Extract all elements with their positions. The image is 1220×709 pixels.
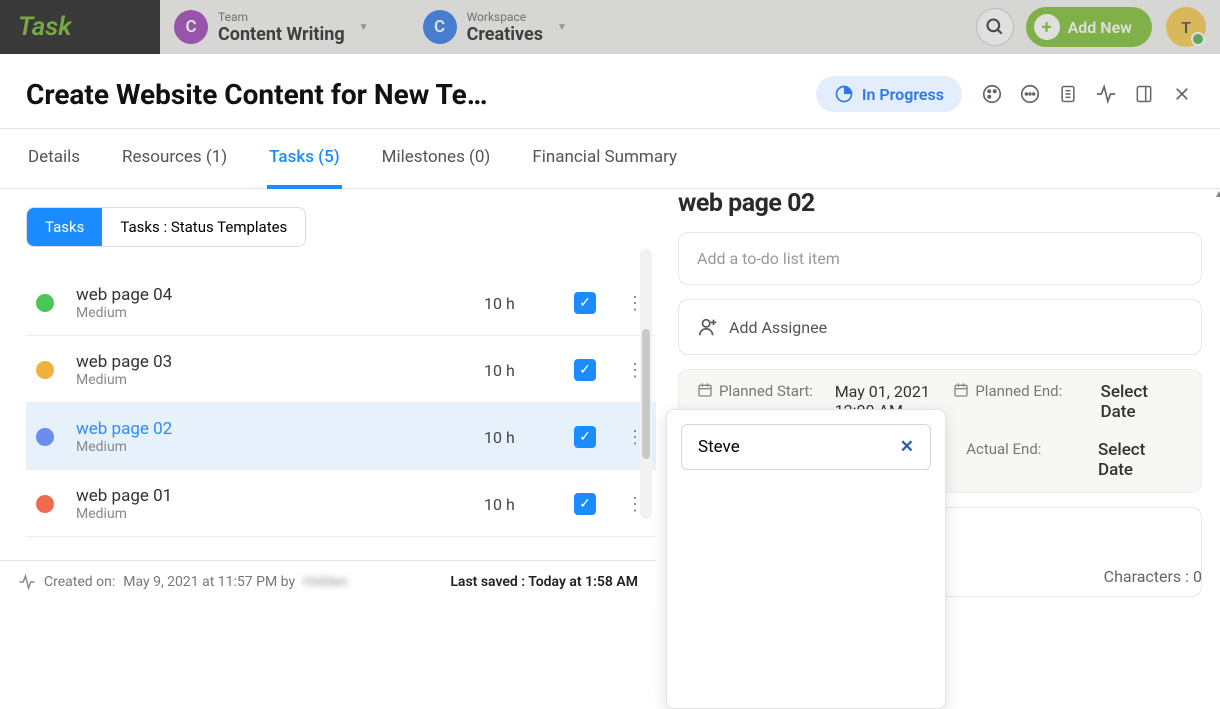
task-row[interactable]: web page 02Medium10 h✓⋮ — [26, 403, 656, 470]
assignee-name: Steve — [698, 437, 740, 457]
actual-end-value[interactable]: Select Date — [1098, 440, 1183, 480]
plus-icon: + — [1034, 14, 1060, 40]
assignee-chip[interactable]: Steve ✕ — [681, 424, 931, 470]
task-priority: Medium — [76, 372, 484, 388]
status-pill[interactable]: In Progress — [816, 76, 962, 112]
status-dot — [36, 428, 54, 446]
palette-icon[interactable] — [980, 82, 1004, 106]
last-saved: Last saved : Today at 1:58 AM — [450, 574, 638, 590]
footer: Created on: May 9, 2021 at 11:57 PM by H… — [0, 560, 656, 603]
page-header: Create Website Content for New Te… In Pr… — [0, 54, 1220, 128]
calendar-icon — [697, 382, 713, 398]
task-checkbox[interactable]: ✓ — [574, 359, 596, 381]
calendar-icon — [953, 382, 969, 398]
task-list: web page 04Medium10 h✓⋮web page 03Medium… — [26, 269, 656, 537]
activity-icon[interactable] — [1094, 82, 1118, 106]
chat-icon[interactable] — [1018, 82, 1042, 106]
subtoggle: Tasks Tasks : Status Templates — [26, 207, 306, 247]
app-logo[interactable]: Task — [0, 0, 160, 54]
assignee-popover: Steve ✕ — [666, 409, 946, 709]
task-hours: 10 h — [484, 361, 574, 380]
person-add-icon — [697, 316, 719, 338]
notes-icon[interactable] — [1056, 82, 1080, 106]
close-icon[interactable] — [1170, 82, 1194, 106]
task-checkbox[interactable]: ✓ — [574, 426, 596, 448]
planned-end-value[interactable]: Select Date — [1101, 382, 1183, 422]
scrollbar[interactable] — [640, 249, 652, 519]
progress-icon — [834, 84, 854, 104]
workspace-name: Creatives — [467, 24, 543, 45]
add-assignee-label: Add Assignee — [729, 318, 827, 337]
status-dot — [36, 294, 54, 312]
team-name: Content Writing — [218, 24, 345, 45]
workspace-avatar: C — [423, 10, 457, 44]
panel-icon[interactable] — [1132, 82, 1156, 106]
todo-input[interactable]: Add a to-do list item — [697, 249, 1183, 268]
todo-card: Add a to-do list item — [678, 232, 1202, 285]
task-name: web page 03 — [76, 352, 484, 372]
chevron-down-icon[interactable]: ▼ — [359, 22, 369, 33]
activity-icon — [18, 573, 36, 591]
created-by: Hidden — [303, 574, 347, 590]
task-row[interactable]: web page 04Medium10 h✓⋮ — [26, 269, 656, 336]
status-label: In Progress — [862, 85, 944, 104]
task-checkbox[interactable]: ✓ — [574, 493, 596, 515]
task-priority: Medium — [76, 305, 484, 321]
task-list-panel: Tasks Tasks : Status Templates web page … — [0, 189, 656, 570]
user-avatar[interactable]: T — [1166, 7, 1206, 47]
team-label: Team — [218, 10, 345, 24]
task-row[interactable]: web page 03Medium10 h✓⋮ — [26, 336, 656, 403]
tab-details[interactable]: Details — [26, 129, 82, 188]
tab-financial[interactable]: Financial Summary — [530, 129, 679, 188]
search-button[interactable] — [976, 8, 1014, 46]
tab-milestones[interactable]: Milestones (0) — [380, 129, 493, 188]
char-count: Characters : 0 — [1104, 567, 1202, 586]
created-label: Created on: — [44, 574, 115, 590]
add-new-button[interactable]: + Add New — [1026, 7, 1152, 47]
task-name: web page 02 — [76, 419, 484, 439]
task-hours: 10 h — [484, 294, 574, 313]
team-avatar: C — [174, 10, 208, 44]
page-title: Create Website Content for New Te… — [26, 78, 816, 111]
planned-end-label: Planned End: — [953, 382, 1086, 422]
assignee-card[interactable]: Add Assignee — [678, 299, 1202, 355]
task-row[interactable]: web page 01Medium10 h✓⋮ — [26, 470, 656, 537]
task-hours: 10 h — [484, 495, 574, 514]
search-icon — [985, 17, 1005, 37]
detail-title: web page 02 — [678, 189, 1202, 218]
task-name: web page 04 — [76, 285, 484, 305]
tab-resources[interactable]: Resources (1) — [120, 129, 229, 188]
add-new-label: Add New — [1068, 18, 1132, 37]
actual-end-label: Actual End: — [966, 440, 1084, 480]
workspace-label: Workspace — [467, 10, 543, 24]
status-dot — [36, 495, 54, 513]
task-hours: 10 h — [484, 428, 574, 447]
task-priority: Medium — [76, 506, 484, 522]
top-bar: Task C Team Content Writing ▼ C Workspac… — [0, 0, 1220, 54]
chevron-down-icon[interactable]: ▼ — [557, 22, 567, 33]
tab-tasks[interactable]: Tasks (5) — [267, 129, 342, 189]
team-crumb[interactable]: C Team Content Writing ▼ — [160, 0, 409, 54]
tab-bar: Details Resources (1) Tasks (5) Mileston… — [0, 128, 1220, 189]
task-checkbox[interactable]: ✓ — [574, 292, 596, 314]
task-priority: Medium — [76, 439, 484, 455]
task-detail-panel: web page 02 Add a to-do list item Add As… — [656, 189, 1220, 570]
created-value: May 9, 2021 at 11:57 PM by — [123, 574, 295, 590]
remove-assignee-icon[interactable]: ✕ — [900, 437, 914, 457]
subtoggle-templates[interactable]: Tasks : Status Templates — [102, 208, 305, 246]
task-name: web page 01 — [76, 486, 484, 506]
scrollbar-right[interactable]: ▲ — [1214, 189, 1220, 570]
subtoggle-tasks[interactable]: Tasks — [27, 208, 102, 246]
workspace-crumb[interactable]: C Workspace Creatives ▼ — [409, 0, 607, 54]
status-dot — [36, 361, 54, 379]
